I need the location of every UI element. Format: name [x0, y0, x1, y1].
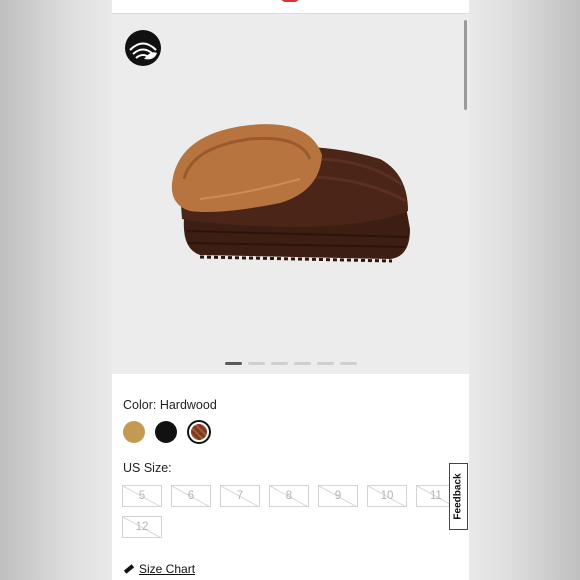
color-swatches: [123, 420, 211, 444]
gallery-dot[interactable]: [293, 362, 311, 365]
feedback-label: Feedback: [453, 473, 465, 520]
size-option[interactable]: 12: [122, 516, 162, 538]
size-option[interactable]: 7: [220, 485, 260, 507]
top-header: [112, 0, 469, 14]
gallery-dot[interactable]: [339, 362, 357, 365]
color-label: Color: Hardwood: [123, 398, 217, 412]
size-label: US Size:: [123, 461, 172, 475]
feedback-tab[interactable]: Feedback: [449, 463, 468, 530]
scrollbar-thumb[interactable]: [464, 20, 467, 110]
product-slipper-image: [171, 124, 410, 263]
size-option[interactable]: 6: [171, 485, 211, 507]
product-page: Color: Hardwood US Size: 5 6 7 8 9 10 11…: [112, 0, 469, 580]
brand-logo[interactable]: [280, 0, 300, 2]
product-image-gallery[interactable]: [112, 14, 469, 374]
ruler-icon: [123, 564, 135, 574]
size-chart-link[interactable]: Size Chart: [123, 562, 195, 576]
sustainability-badge-icon: [125, 30, 161, 66]
size-option[interactable]: 8: [269, 485, 309, 507]
gallery-dot[interactable]: [224, 362, 242, 365]
gallery-dot[interactable]: [247, 362, 265, 365]
swatch-chestnut[interactable]: [123, 421, 145, 443]
size-option[interactable]: 5: [122, 485, 162, 507]
gallery-dot[interactable]: [270, 362, 288, 365]
size-option[interactable]: 9: [318, 485, 358, 507]
swatch-hardwood[interactable]: [187, 420, 211, 444]
swatch-black[interactable]: [155, 421, 177, 443]
gallery-pagination: [112, 362, 469, 365]
size-option[interactable]: 10: [367, 485, 407, 507]
size-chart-label: Size Chart: [139, 562, 196, 576]
gallery-dot[interactable]: [316, 362, 334, 365]
